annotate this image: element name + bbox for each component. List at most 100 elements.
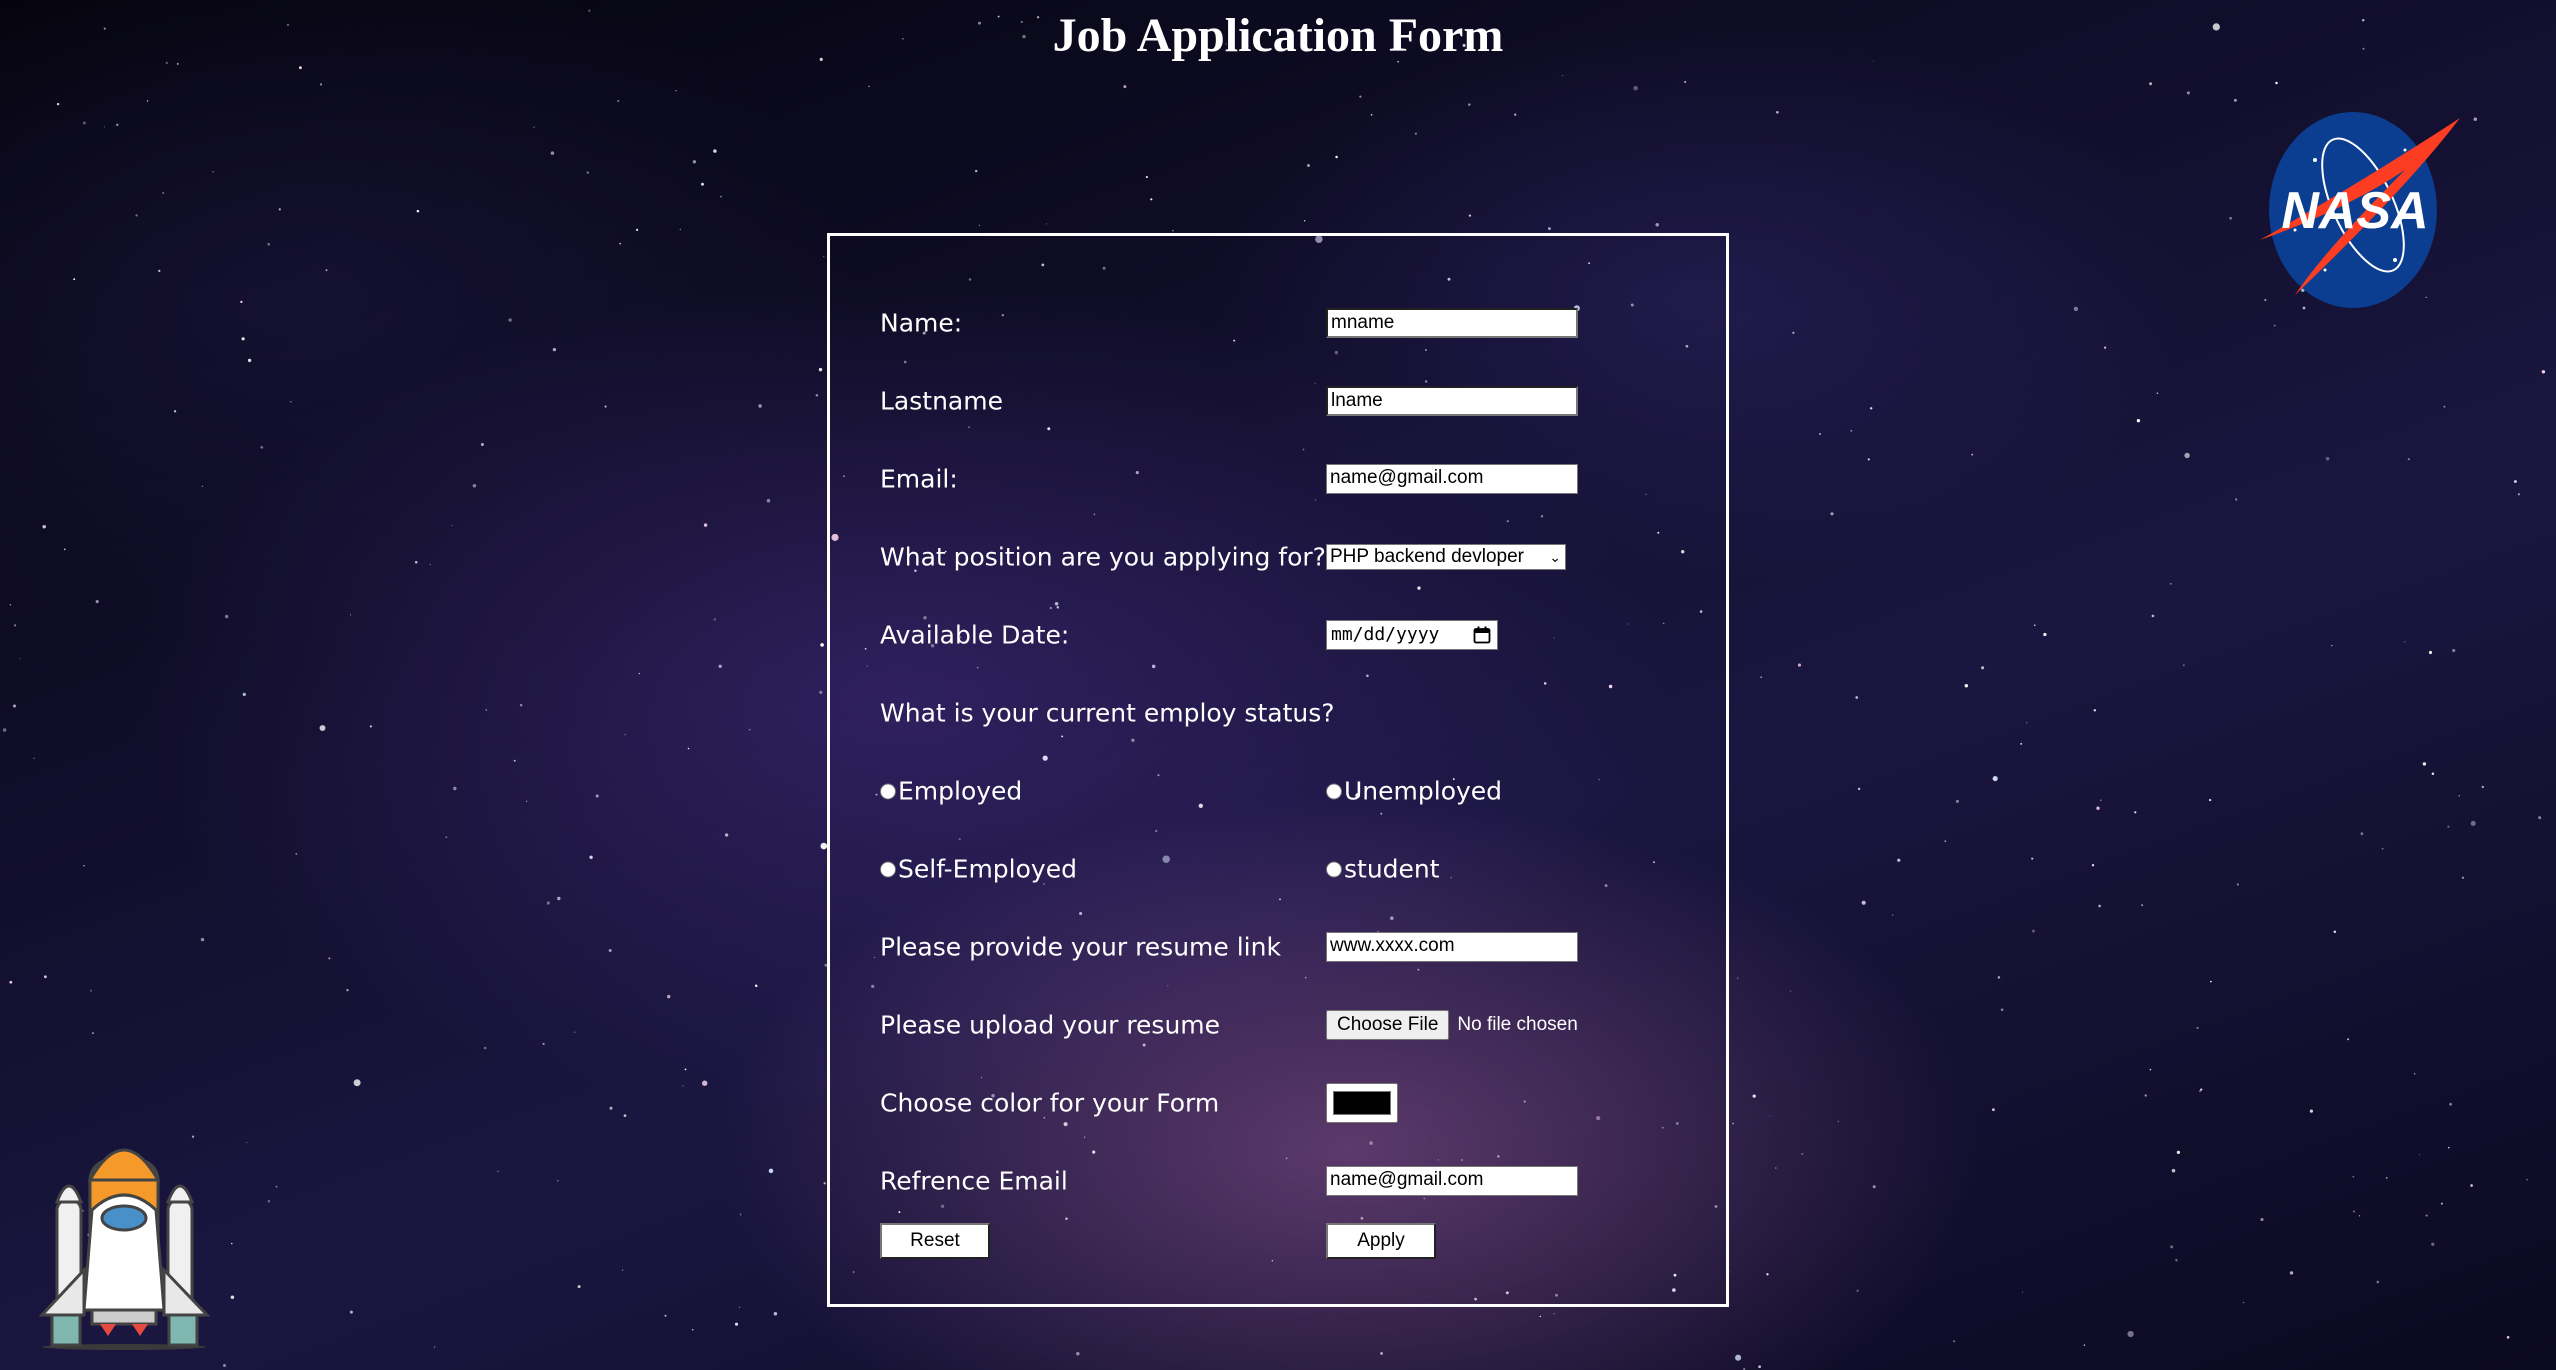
star [1553, 1313, 1555, 1315]
reset-button[interactable]: Reset [880, 1223, 990, 1259]
star [758, 404, 762, 408]
star [231, 1242, 233, 1245]
lastname-input[interactable]: lname [1326, 386, 1578, 416]
available-date-row: Available Date: mm/dd/yyyy [880, 615, 1680, 655]
star [1992, 1108, 1995, 1112]
resume-link-input[interactable]: www.xxxx.com [1326, 932, 1578, 962]
name-input[interactable]: mname [1326, 308, 1578, 338]
star [2358, 1215, 2361, 1217]
star [328, 957, 331, 960]
radio-employed-circle[interactable] [880, 783, 896, 799]
star [2431, 772, 2435, 775]
reference-email-input[interactable]: name@gmail.com [1326, 1166, 1578, 1196]
star [83, 865, 85, 867]
star [691, 1328, 694, 1331]
star [242, 692, 246, 697]
star [1684, 80, 1687, 84]
star [56, 102, 60, 106]
star [275, 1185, 278, 1188]
star [664, 1314, 667, 1317]
star [2093, 709, 2097, 712]
employ-status-options-row-1: Employed Unemployed [880, 771, 1680, 811]
star [623, 1114, 627, 1117]
star [1514, 113, 1517, 116]
buttons-row: Reset Apply [880, 1221, 1680, 1261]
star [2196, 1026, 2199, 1029]
star [636, 228, 639, 231]
radio-student[interactable]: student [1326, 855, 1440, 884]
star [868, 85, 870, 88]
star [1775, 1167, 1777, 1169]
star [2099, 799, 2102, 802]
star [2043, 632, 2047, 637]
choose-file-button[interactable]: Choose File [1326, 1010, 1450, 1040]
available-date-input[interactable]: mm/dd/yyyy [1326, 620, 1498, 650]
star [2331, 644, 2333, 647]
star [2031, 857, 2034, 860]
star [346, 988, 349, 992]
star [267, 1199, 271, 1203]
radio-self-employed-circle[interactable] [880, 861, 896, 877]
star [212, 171, 214, 173]
star [2176, 1150, 2181, 1155]
star [2210, 980, 2212, 983]
star [319, 725, 326, 731]
star [713, 618, 716, 621]
reference-email-row: Refrence Email name@gmail.com [880, 1161, 1680, 1201]
star [1468, 103, 1471, 106]
position-select[interactable]: PHP backend devloper ⌄ [1326, 544, 1566, 570]
star [552, 347, 557, 352]
star [2149, 1068, 2152, 1071]
star [589, 855, 593, 859]
nasa-logo-icon: NASA [2260, 112, 2460, 308]
star [608, 949, 612, 952]
star [975, 169, 978, 173]
star [2360, 832, 2364, 836]
star [1752, 1094, 1756, 1098]
star [1872, 1185, 1876, 1189]
calendar-icon[interactable] [1473, 626, 1491, 644]
star [1076, 1351, 1080, 1356]
star [2381, 847, 2384, 850]
star [2083, 1344, 2086, 1346]
star [146, 100, 149, 102]
star [692, 160, 697, 164]
star [2431, 1242, 2435, 1246]
radio-self-employed[interactable]: Self-Employed [880, 855, 1077, 884]
color-picker-input[interactable] [1326, 1083, 1398, 1123]
star [267, 242, 271, 246]
star [609, 1106, 613, 1110]
radio-unemployed[interactable]: Unemployed [1326, 777, 1502, 806]
star [703, 523, 708, 527]
star [2376, 1280, 2380, 1284]
lastname-label: Lastname [880, 386, 1003, 416]
star [92, 1032, 94, 1034]
star [445, 836, 448, 839]
star [2418, 1154, 2420, 1156]
star [619, 242, 622, 245]
star [201, 485, 203, 487]
star [2273, 324, 2276, 327]
radio-employed[interactable]: Employed [880, 777, 1022, 806]
star [2449, 1102, 2452, 1106]
email-input[interactable]: name@gmail.com [1326, 464, 1578, 494]
star [1758, 1365, 1761, 1369]
radio-unemployed-circle[interactable] [1326, 783, 1342, 799]
star [33, 757, 35, 760]
star [1837, 1120, 1839, 1122]
radio-student-circle[interactable] [1326, 861, 1342, 877]
employ-status-label: What is your current employ status? [880, 698, 1335, 728]
star [546, 901, 550, 905]
star [414, 560, 418, 564]
star [2309, 1109, 2313, 1113]
star [1897, 858, 1901, 862]
star [2447, 825, 2450, 828]
page-title: Job Application Form [1052, 9, 1504, 62]
apply-button[interactable]: Apply [1326, 1223, 1436, 1259]
star [624, 734, 626, 736]
star [557, 896, 561, 901]
star [1172, 230, 1174, 232]
star [191, 1135, 195, 1138]
star [1123, 85, 1127, 89]
star [2033, 624, 2036, 627]
